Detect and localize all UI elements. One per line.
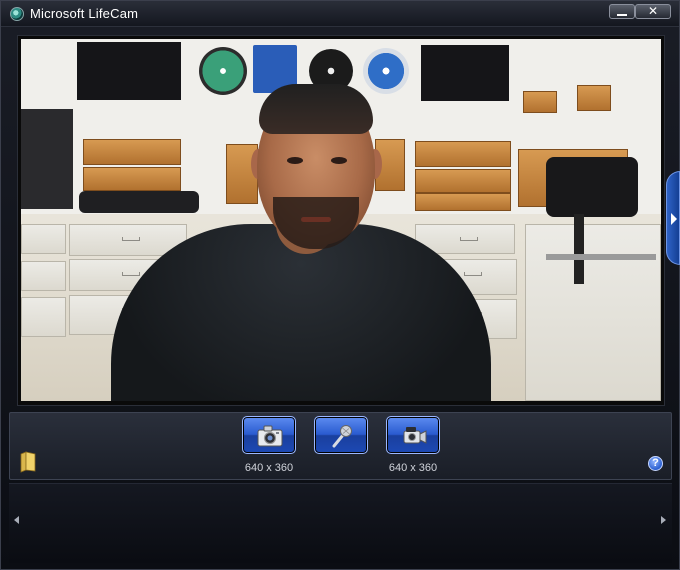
- tripod: [574, 214, 584, 284]
- wood-box: [415, 169, 511, 193]
- close-button[interactable]: ✕: [635, 4, 671, 19]
- thumbnail-strip[interactable]: [9, 483, 672, 563]
- camera-icon: [257, 425, 283, 447]
- lifecam-window: Microsoft LifeCam ✕ 640 x 360 640 x 360 …: [0, 0, 680, 570]
- record-video-button[interactable]: [386, 416, 440, 454]
- wood-box: [415, 193, 511, 211]
- person-mouth: [301, 217, 331, 222]
- take-photo-button[interactable]: [242, 416, 296, 454]
- drawer: [21, 261, 66, 291]
- drawer: [21, 297, 66, 337]
- person-eye: [331, 157, 347, 164]
- photo-resolution-label: 640 x 360: [244, 462, 294, 474]
- speaker-left: [77, 42, 181, 100]
- wood-box: [577, 85, 611, 111]
- cd-green: [199, 47, 247, 95]
- expand-panel-tab[interactable]: [666, 171, 680, 265]
- wood-box: [523, 91, 557, 113]
- window-title: Microsoft LifeCam: [30, 6, 139, 21]
- camcorder-icon: [403, 427, 427, 444]
- wood-box: [83, 139, 181, 165]
- close-icon: ✕: [647, 4, 659, 18]
- wood-box: [415, 141, 511, 167]
- folder-icon[interactable]: [19, 451, 37, 473]
- scroll-left-icon[interactable]: [14, 516, 19, 524]
- speaker-right: [421, 45, 509, 101]
- help-icon[interactable]: ?: [648, 456, 663, 471]
- webcam-video-feed[interactable]: [21, 39, 661, 401]
- wood-box: [83, 167, 181, 191]
- video-preview-frame: [17, 35, 665, 406]
- dslr-camera: [546, 157, 638, 217]
- expand-panel-arrow-icon: [671, 213, 677, 225]
- shelf-cubby: [21, 109, 73, 209]
- person-hair: [259, 84, 373, 134]
- lifecam-icon: [10, 7, 24, 21]
- minimize-icon: [617, 14, 627, 16]
- cabinet: [525, 224, 661, 401]
- microphone-icon: [332, 425, 352, 448]
- cd-blue: [363, 48, 409, 94]
- person-eye: [287, 157, 303, 164]
- tripod-arm: [546, 254, 656, 260]
- camera-gear: [79, 191, 199, 213]
- minimize-button[interactable]: [609, 4, 635, 19]
- scroll-right-icon[interactable]: [661, 516, 666, 524]
- video-resolution-label: 640 x 360: [388, 462, 438, 474]
- microphone-button[interactable]: [314, 416, 368, 454]
- title-bar[interactable]: Microsoft LifeCam ✕: [1, 1, 679, 27]
- drawer: [21, 224, 66, 254]
